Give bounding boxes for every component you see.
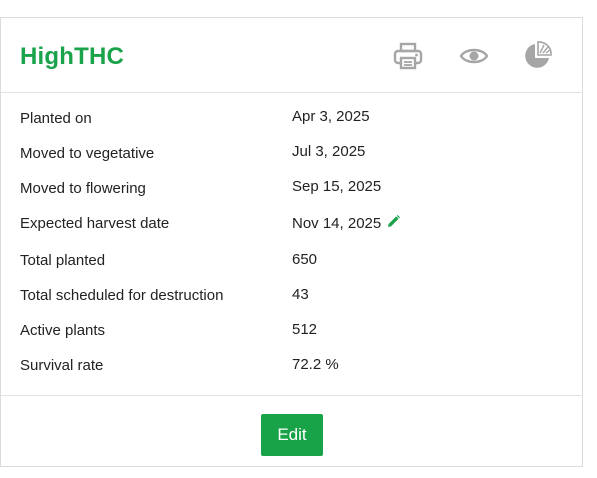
row-total-planted: Total planted 650 [1, 251, 582, 282]
row-value: Jul 3, 2025 [292, 143, 366, 160]
row-expected-harvest-date: Expected harvest date Nov 14, 2025 [1, 215, 582, 245]
pencil-icon[interactable] [387, 215, 401, 232]
row-value: Apr 3, 2025 [292, 108, 370, 125]
row-value: 650 [292, 251, 318, 268]
row-value: 43 [292, 286, 309, 303]
row-value: Nov 14, 2025 [292, 215, 382, 232]
row-label: Moved to flowering [20, 180, 146, 197]
printer-icon[interactable] [392, 40, 424, 72]
row-value-container: Nov 14, 2025 [292, 215, 401, 232]
row-value: 72.2 % [292, 356, 339, 373]
row-value: Sep 15, 2025 [292, 178, 382, 195]
card-title: HighTHC [20, 43, 125, 70]
row-label: Total planted [20, 252, 106, 269]
row-planted-on: Planted on Apr 3, 2025 [1, 108, 582, 140]
pie-chart-icon[interactable] [521, 40, 553, 72]
row-label: Moved to vegetative [20, 145, 155, 162]
row-label: Survival rate [20, 357, 104, 374]
row-value: 512 [292, 321, 318, 338]
card-footer: Edit [1, 395, 582, 467]
row-label: Planted on [20, 110, 92, 127]
row-label: Active plants [20, 322, 106, 339]
edit-button[interactable]: Edit [261, 414, 323, 456]
row-label: Total scheduled for destruction [20, 287, 224, 304]
card-header: HighTHC [1, 18, 582, 93]
strain-card: HighTHC Planted on Apr 3, 2025 Moved to … [0, 17, 583, 467]
eye-icon[interactable] [458, 40, 490, 72]
row-active-plants: Active plants 512 [1, 321, 582, 352]
row-total-scheduled-for-destruction: Total scheduled for destruction 43 [1, 286, 582, 317]
row-moved-to-vegetative: Moved to vegetative Jul 3, 2025 [1, 143, 582, 175]
row-survival-rate: Survival rate 72.2 % [1, 356, 582, 387]
row-label: Expected harvest date [20, 215, 170, 232]
row-moved-to-flowering: Moved to flowering Sep 15, 2025 [1, 178, 582, 210]
